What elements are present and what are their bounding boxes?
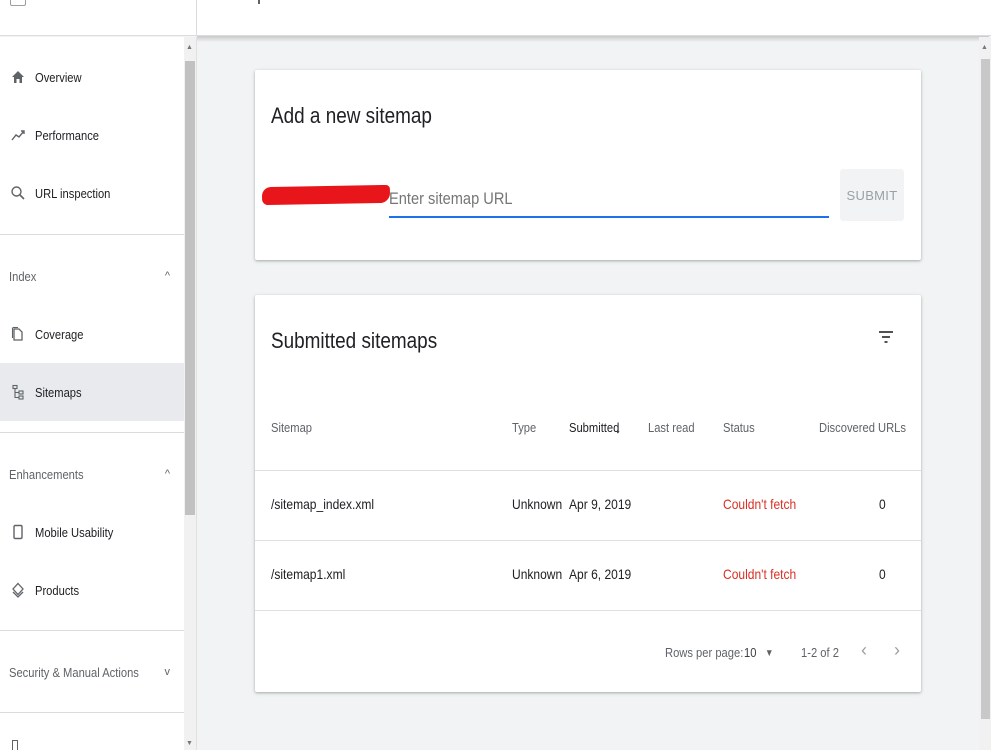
sidebar-divider [0, 432, 184, 433]
add-sitemap-title: Add a new sitemap [271, 103, 432, 128]
sidebar-divider [0, 712, 184, 713]
rows-per-page-label: Rows per page: [665, 645, 744, 660]
sort-descending-icon[interactable]: ↓ [615, 420, 621, 436]
topbar-shadow [197, 36, 989, 42]
table-row-divider [255, 610, 921, 611]
previous-page-button[interactable]: ‹ [861, 640, 867, 661]
sitemap-url-input[interactable] [389, 182, 829, 218]
search-icon [0, 185, 35, 201]
chevron-down-icon: v [164, 666, 171, 678]
menu-checkbox-icon[interactable] [10, 0, 26, 6]
cell-discovered-urls: 0 [879, 496, 886, 512]
sidebar-item-label: Sitemaps [35, 384, 82, 400]
next-page-button[interactable]: › [894, 640, 900, 661]
sidebar-item-label: Overview [35, 69, 82, 85]
section-label: Enhancements [9, 466, 84, 482]
sidebar-item-products[interactable]: Products [0, 561, 184, 619]
sidebar-item-mobile-usability[interactable]: Mobile Usability [0, 503, 184, 561]
cell-status: Couldn't fetch [723, 496, 797, 512]
main-scrollbar-thumb[interactable] [981, 59, 990, 719]
column-header-status[interactable]: Status [723, 420, 755, 435]
sidebar-section-index[interactable]: Index ^ [0, 256, 184, 296]
submitted-sitemaps-title: Submitted sitemaps [271, 328, 438, 353]
cell-submitted: Apr 6, 2019 [569, 566, 632, 582]
topbar-divider [196, 0, 197, 36]
window-edge [991, 0, 1000, 750]
sidebar-section-enhancements[interactable]: Enhancements ^ [0, 454, 184, 494]
column-header-sitemap[interactable]: Sitemap [271, 420, 312, 435]
cell-sitemap: /sitemap1.xml [271, 566, 346, 582]
sidebar-scroll-down-icon[interactable]: ▼ [186, 740, 193, 747]
sidebar-scroll-up-icon[interactable]: ▲ [186, 44, 193, 51]
cell-sitemap: /sitemap_index.xml [271, 496, 375, 512]
diamond-icon [0, 582, 35, 598]
chevron-up-icon: ^ [164, 270, 170, 282]
home-icon [0, 69, 35, 85]
cell-type: Unknown [512, 566, 563, 582]
sidebar-section-security[interactable]: Security & Manual Actions v [0, 652, 184, 692]
file-icon [0, 326, 35, 342]
table-header-divider [255, 470, 921, 471]
sidebar-item-performance[interactable]: Performance [0, 106, 184, 164]
column-header-last-read[interactable]: Last read [648, 420, 695, 435]
rows-per-page-select[interactable]: 10 [744, 645, 756, 660]
sidebar: Overview Performance URL inspection Inde… [0, 37, 184, 750]
sidebar-scrollbar-thumb[interactable] [185, 61, 195, 515]
main-scroll-up-icon[interactable]: ▲ [981, 44, 988, 51]
filter-icon[interactable] [876, 327, 896, 347]
sidebar-edge [196, 37, 197, 750]
cell-status: Couldn't fetch [723, 566, 797, 582]
sidebar-item-coverage[interactable]: Coverage [0, 305, 184, 363]
trending-up-icon [0, 127, 35, 143]
sitemap-icon [0, 384, 35, 400]
column-header-type[interactable]: Type [512, 420, 536, 435]
chevron-up-icon: ^ [164, 468, 170, 480]
add-sitemap-card [255, 70, 921, 260]
sidebar-item-label: Performance [35, 127, 100, 143]
cell-submitted: Apr 9, 2019 [569, 496, 632, 512]
phone-icon [0, 524, 35, 540]
sidebar-item-label: Mobile Usability [35, 524, 114, 540]
cell-type: Unknown [512, 496, 563, 512]
table-row-divider [255, 540, 921, 541]
section-label: Security & Manual Actions [9, 664, 139, 680]
sidebar-item-overview[interactable]: Overview [0, 48, 184, 106]
sidebar-item-label: URL inspection [35, 185, 111, 201]
dropdown-arrow-icon[interactable]: ▼ [765, 648, 774, 659]
property-selector-fragment[interactable] [258, 0, 260, 4]
pagination-range: 1-2 of 2 [801, 645, 839, 660]
section-label: Index [9, 268, 37, 284]
cell-discovered-urls: 0 [879, 566, 886, 582]
submit-button[interactable]: SUBMIT [840, 169, 904, 221]
sitemap-url-field-wrap [389, 182, 829, 218]
sidebar-divider [0, 630, 184, 631]
sidebar-divider [0, 234, 184, 235]
column-header-discovered-urls[interactable]: Discovered URLs [819, 420, 906, 435]
submitted-sitemaps-card [255, 295, 921, 692]
column-header-submitted[interactable]: Submitted [569, 420, 619, 435]
top-bar [0, 0, 1000, 36]
sidebar-item-url-inspection[interactable]: URL inspection [0, 164, 184, 222]
sidebar-item-label: Products [35, 582, 80, 598]
links-icon [12, 740, 18, 750]
sidebar-item-label: Coverage [35, 326, 84, 342]
redacted-domain-prefix [261, 184, 391, 206]
sidebar-item-sitemaps[interactable]: Sitemaps [0, 363, 184, 421]
